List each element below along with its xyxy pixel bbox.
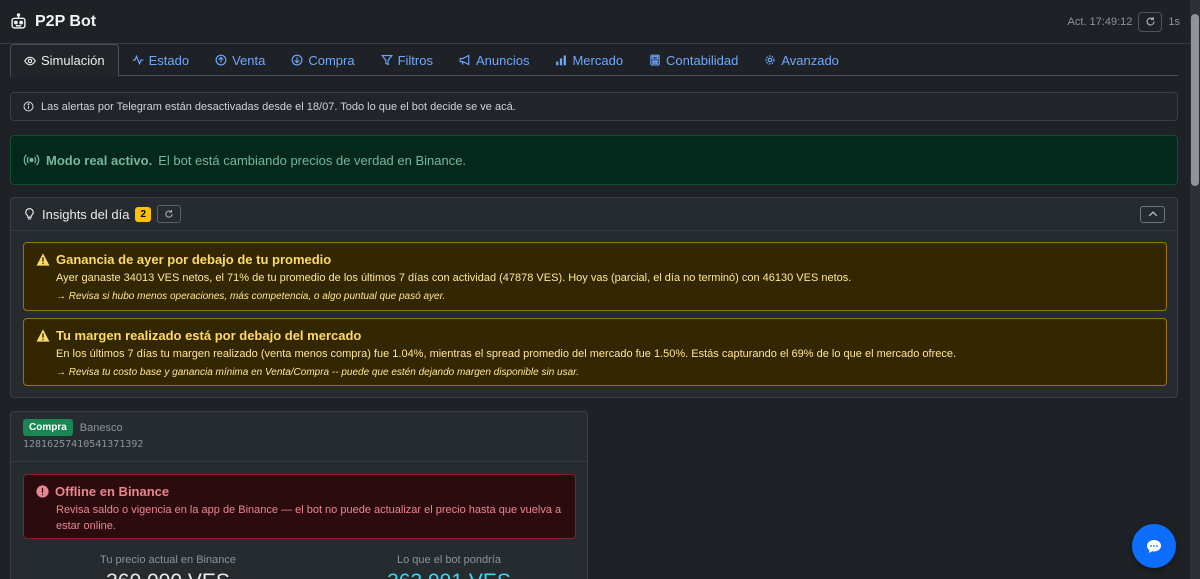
- tab-simulacion[interactable]: Simulación: [10, 44, 119, 77]
- tab-mercado[interactable]: Mercado: [542, 44, 636, 76]
- bar-chart-icon: [556, 55, 567, 66]
- insight-hint: → Revisa si hubo menos operaciones, más …: [56, 291, 446, 302]
- insight-body: Ayer ganaste 34013 VES netos, el 71% de …: [56, 272, 852, 284]
- refresh-icon: [1146, 17, 1155, 26]
- chat-bubble-icon: [1147, 539, 1161, 553]
- ad-card-header: Compra Banesco 12816257410541371392: [11, 412, 587, 462]
- tab-estado[interactable]: Estado: [119, 44, 202, 76]
- megaphone-icon: [459, 54, 470, 66]
- tab-anuncios[interactable]: Anuncios: [446, 44, 542, 76]
- scrollbar-thumb[interactable]: [1191, 14, 1199, 186]
- insight-title: Tu margen realizado está por debajo del …: [36, 328, 1154, 343]
- refresh-button[interactable]: [1138, 11, 1163, 32]
- tab-contabilidad[interactable]: Contabilidad: [636, 44, 751, 76]
- tab-filtros[interactable]: Filtros: [368, 44, 446, 76]
- chat-button[interactable]: [1132, 524, 1176, 568]
- insight-hint: → Revisa tu costo base y ganancia mínima…: [56, 367, 579, 378]
- robot-icon: [11, 13, 26, 29]
- lightbulb-icon: [25, 208, 34, 220]
- ad-card: Compra Banesco 12816257410541371392 Offl…: [10, 411, 588, 579]
- main-tabs: Simulación Estado Venta Compra Filtros A…: [10, 44, 1178, 77]
- ad-order-id: 12816257410541371392: [23, 439, 144, 450]
- bot-price-label: Lo que el bot pondría: [397, 554, 501, 566]
- refresh-interval: 1s: [1168, 15, 1180, 28]
- insights-count-badge: 2: [135, 206, 152, 222]
- warning-triangle-icon: [36, 329, 50, 342]
- current-price-block: Tu precio actual en Binance 360,000 VES: [43, 554, 293, 579]
- offline-alert-title: Offline en Binance: [36, 484, 563, 499]
- brand: P2P Bot: [10, 13, 96, 31]
- insights-refresh-button[interactable]: [157, 205, 182, 223]
- arrow-down-circle-icon: [291, 54, 303, 66]
- offline-alert: Offline en Binance Revisa saldo o vigenc…: [23, 474, 576, 539]
- refresh-icon: [165, 209, 173, 218]
- gear-icon: [765, 55, 775, 65]
- ad-type-badge: Compra: [23, 419, 73, 436]
- insights-collapse-button[interactable]: [1140, 205, 1165, 223]
- offline-alert-body: Revisa saldo o vigencia en la app de Bin…: [56, 504, 562, 532]
- current-price-label: Tu precio actual en Binance: [100, 554, 236, 566]
- warning-triangle-icon: [36, 253, 50, 266]
- app-title: P2P Bot: [35, 12, 97, 30]
- insights-panel: Insights del día 2 Ganancia de ayer por …: [10, 197, 1178, 398]
- funnel-icon: [380, 54, 393, 66]
- insights-title: Insights del día: [42, 206, 130, 222]
- insight-title: Ganancia de ayer por debajo de tu promed…: [36, 252, 1154, 267]
- calculator-icon: [650, 54, 660, 66]
- insights-header: Insights del día 2: [11, 198, 1177, 231]
- insight-card: Tu margen realizado está por debajo del …: [23, 318, 1167, 386]
- real-mode-text: El bot está cambiando precios de verdad …: [158, 152, 467, 168]
- current-price-value: 360,000 VES: [43, 570, 293, 579]
- app-header: P2P Bot Act. 17:49:12 1s: [0, 0, 1190, 44]
- telegram-alert: Las alertas por Telegram están desactiva…: [10, 92, 1178, 121]
- insight-card: Ganancia de ayer por debajo de tu promed…: [23, 242, 1167, 311]
- page-scrollbar[interactable]: [1190, 0, 1200, 579]
- tab-avanzado[interactable]: Avanzado: [751, 44, 852, 76]
- arrow-up-circle-icon: [215, 54, 227, 66]
- telegram-alert-text: Las alertas por Telegram están desactiva…: [41, 100, 516, 113]
- activity-icon: [132, 54, 143, 66]
- broadcast-icon: [23, 154, 40, 166]
- last-updated: Act. 17:49:12: [1067, 15, 1133, 28]
- header-status: Act. 17:49:12 1s: [1067, 11, 1180, 32]
- bot-price-value: 363,991 VES: [324, 570, 574, 579]
- insight-body: En los últimos 7 días tu margen realizad…: [56, 348, 957, 360]
- real-mode-alert: Modo real activo. El bot está cambiando …: [10, 135, 1178, 185]
- ad-bank: Banesco: [79, 421, 123, 434]
- eye-icon: [24, 56, 36, 65]
- bot-price-block: Lo que el bot pondría 363,991 VES: [324, 554, 574, 579]
- info-icon: [23, 101, 34, 112]
- tab-compra[interactable]: Compra: [278, 44, 367, 76]
- chevron-up-icon: [1148, 211, 1157, 217]
- real-mode-title: Modo real activo.: [46, 152, 153, 168]
- tab-venta[interactable]: Venta: [202, 44, 278, 76]
- exclamation-circle-icon: [36, 485, 49, 498]
